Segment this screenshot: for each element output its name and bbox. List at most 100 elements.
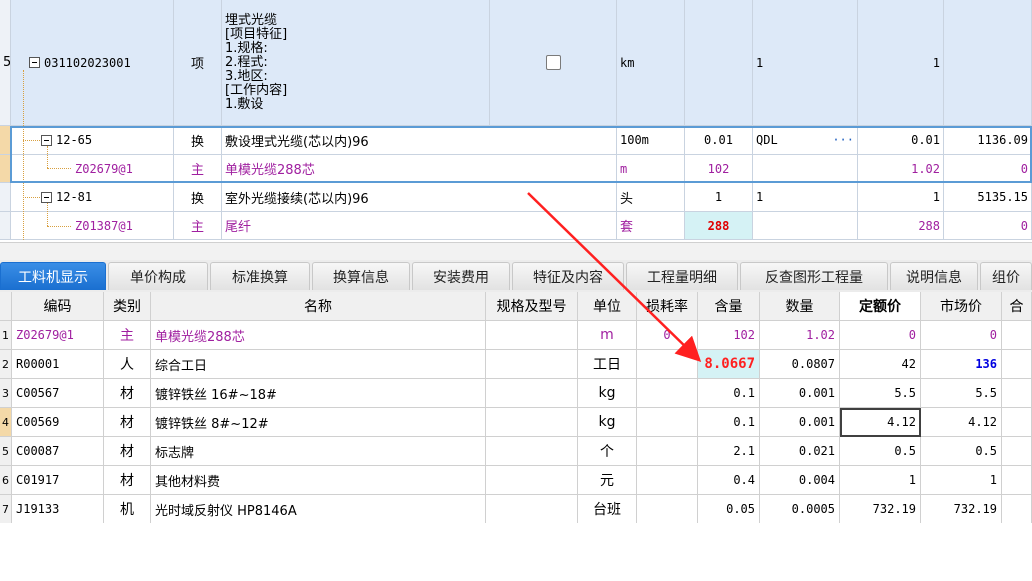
cell-spec[interactable] (486, 437, 578, 466)
col-spec[interactable]: 规格及型号 (486, 292, 578, 321)
col-quantity[interactable]: 数量 (760, 292, 840, 321)
sub-name[interactable]: 室外光缆接续(芯以内)96 (222, 183, 617, 212)
cell-quota[interactable]: 732.19 (840, 495, 921, 523)
cell-market[interactable]: 4.12 (921, 408, 1002, 437)
cell-qty[interactable]: 0.0807 (760, 350, 840, 379)
col-loss-rate[interactable]: 损耗率 (637, 292, 698, 321)
cell-loss[interactable] (637, 466, 698, 495)
material-row[interactable]: 4 C00569 材镀锌铁丝 8#~12# kg 0.1 0.001 4.12 4.12 (0, 408, 1032, 437)
cell-total[interactable] (1002, 321, 1032, 350)
tab-graphic-quantity[interactable]: 反查图形工程量 (740, 262, 888, 290)
tab-pricing[interactable]: 组价 (980, 262, 1032, 290)
cell-content[interactable]: 0.1 (698, 379, 760, 408)
cell-spec[interactable] (486, 466, 578, 495)
tab-install-fee[interactable]: 安装费用 (412, 262, 510, 290)
tab-quantity-detail[interactable]: 工程量明细 (626, 262, 738, 290)
cell-type[interactable]: 材 (104, 466, 151, 495)
cell-loss[interactable]: 0 (637, 321, 698, 350)
sub-qdl[interactable]: QDL ··· (753, 126, 858, 155)
cell-loss[interactable] (637, 379, 698, 408)
more-icon[interactable]: ··· (832, 133, 854, 147)
col-type[interactable]: 类别 (104, 292, 151, 321)
cell-quota[interactable]: 42 (840, 350, 921, 379)
cell-spec[interactable] (486, 379, 578, 408)
sub-name[interactable]: 尾纤 (222, 212, 617, 240)
cell-content[interactable]: 0.4 (698, 466, 760, 495)
cell-spec[interactable] (486, 321, 578, 350)
item-checkbox[interactable] (545, 55, 561, 70)
cell-type[interactable]: 材 (104, 379, 151, 408)
cell-qty[interactable]: 0.021 (760, 437, 840, 466)
material-row[interactable]: 3 C00567 材镀锌铁丝 16#~18# kg 0.1 0.001 5.5 5.5 (0, 379, 1032, 408)
cell-market[interactable]: 732.19 (921, 495, 1002, 523)
cell-type[interactable]: 机 (104, 495, 151, 523)
material-row[interactable]: 1 Z02679@1 主单模光缆288芯 m 0 102 1.02 0 0 (0, 321, 1032, 350)
tab-description[interactable]: 说明信息 (890, 262, 978, 290)
sub-row-1[interactable]: 12-65 换 敷设埋式光缆(芯以内)96 100m 0.01 QDL ··· … (0, 126, 1032, 155)
cell-name[interactable]: 单模光缆288芯 (151, 321, 486, 350)
collapse-icon[interactable] (41, 191, 52, 203)
col-content[interactable]: 含量 (698, 292, 760, 321)
item-description[interactable]: 埋式光缆 [项目特征] 1.规格: 2.程式: 3.地区: [工作内容] 1.敷… (222, 0, 490, 126)
cell-type[interactable]: 材 (104, 408, 151, 437)
cell-unit[interactable]: 工日 (578, 350, 637, 379)
cell-market[interactable]: 1 (921, 466, 1002, 495)
col-code[interactable]: 编码 (12, 292, 104, 321)
cell-name[interactable]: 标志牌 (151, 437, 486, 466)
cell-qty[interactable]: 0.0005 (760, 495, 840, 523)
cell-market[interactable]: 0.5 (921, 437, 1002, 466)
cell-name[interactable]: 其他材料费 (151, 466, 486, 495)
cell-qty[interactable]: 0.004 (760, 466, 840, 495)
cell-qty[interactable]: 0.001 (760, 408, 840, 437)
cell-total[interactable] (1002, 495, 1032, 523)
col-total[interactable]: 合 (1002, 292, 1032, 321)
collapse-icon[interactable] (41, 134, 52, 146)
sub-row-3[interactable]: 12-81 换 室外光缆接续(芯以内)96 头 1 1 1 5135.15 (0, 183, 1032, 212)
material-row[interactable]: 7 J19133 机光时域反射仪 HP8146A 台班 0.05 0.0005 732.19… (0, 495, 1032, 523)
sub-name[interactable]: 单模光缆288芯 (222, 155, 617, 183)
cell-spec[interactable] (486, 350, 578, 379)
cell-loss[interactable] (637, 437, 698, 466)
cell-loss[interactable] (637, 408, 698, 437)
item-code-cell[interactable]: 031102023001 (11, 0, 174, 126)
tab-standard-conversion[interactable]: 标准换算 (210, 262, 310, 290)
collapse-icon[interactable] (29, 57, 40, 68)
quota-item-row[interactable]: 5 031102023001 项 埋式光缆 [项目特征] 1.规格: 2.程式:… (0, 0, 1032, 126)
cell-total[interactable] (1002, 466, 1032, 495)
tab-unit-price[interactable]: 单价构成 (108, 262, 208, 290)
cell-content[interactable]: 102 (698, 321, 760, 350)
cell-unit[interactable]: 个 (578, 437, 637, 466)
col-market-price[interactable]: 市场价 (921, 292, 1002, 321)
cell-qty[interactable]: 0.001 (760, 379, 840, 408)
cell-type[interactable]: 主 (104, 321, 151, 350)
material-row[interactable]: 5 C00087 材标志牌个 2.1 0.021 0.5 0.5 (0, 437, 1032, 466)
cell-content[interactable]: 8.0667 (698, 350, 760, 379)
sub-row-4[interactable]: Z01387@1 主 尾纤 套 288 288 0 (0, 212, 1032, 240)
cell-type[interactable]: 人 (104, 350, 151, 379)
item-checkbox-cell[interactable] (490, 0, 617, 126)
cell-content[interactable]: 0.05 (698, 495, 760, 523)
cell-code[interactable]: J19133 (12, 495, 104, 523)
sub-coef[interactable]: 288 (685, 212, 753, 240)
material-row[interactable]: 6 C01917 材其他材料费元 0.4 0.004 1 1 (0, 466, 1032, 495)
cell-market[interactable]: 0 (921, 321, 1002, 350)
cell-spec[interactable] (486, 408, 578, 437)
cell-code[interactable]: R00001 (12, 350, 104, 379)
cell-loss[interactable] (637, 495, 698, 523)
cell-qty[interactable]: 1.02 (760, 321, 840, 350)
col-quota-price[interactable]: 定额价 (840, 292, 921, 321)
cell-quota-editing[interactable]: 4.12 (840, 408, 921, 437)
tab-material-display[interactable]: 工料机显示 (0, 262, 106, 290)
sub-name[interactable]: 敷设埋式光缆(芯以内)96 (222, 126, 617, 155)
cell-unit[interactable]: kg (578, 379, 637, 408)
cell-code[interactable]: C00567 (12, 379, 104, 408)
sub-row-2[interactable]: Z02679@1 主 单模光缆288芯 m 102 1.02 0 (0, 155, 1032, 183)
cell-quota[interactable]: 1 (840, 466, 921, 495)
cell-total[interactable] (1002, 437, 1032, 466)
cell-spec[interactable] (486, 495, 578, 523)
cell-name[interactable]: 光时域反射仪 HP8146A (151, 495, 486, 523)
tab-conversion-info[interactable]: 换算信息 (312, 262, 410, 290)
cell-quota[interactable]: 0 (840, 321, 921, 350)
cell-total[interactable] (1002, 350, 1032, 379)
cell-name[interactable]: 镀锌铁丝 8#~12# (151, 408, 486, 437)
